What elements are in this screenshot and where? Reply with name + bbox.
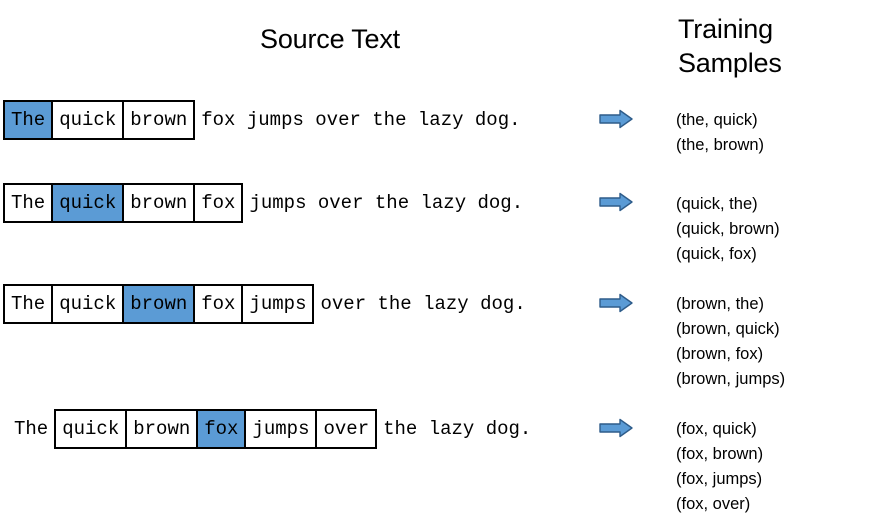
training-sample: (quick, the) <box>676 195 758 213</box>
window-cell[interactable]: jumps <box>243 286 313 322</box>
training-samples-heading: Training Samples <box>678 14 782 78</box>
window-cell-center[interactable]: brown <box>124 286 196 322</box>
sentence-line: The quick brown fox jumps over the lazy … <box>3 284 532 324</box>
window-cell[interactable]: brown <box>127 411 199 447</box>
window-cell[interactable]: fox <box>195 185 242 221</box>
window-cell[interactable]: quick <box>53 102 125 138</box>
training-sample: (brown, quick) <box>676 320 780 338</box>
sentence-line: The quick brown fox jumps over the lazy … <box>3 183 529 223</box>
window-cell-center[interactable]: fox <box>198 411 247 447</box>
sentence-line: The quick brown fox jumps over the lazy … <box>3 100 527 140</box>
training-samples-group: (fox, quick) (fox, brown) (fox, jumps) (… <box>676 417 763 517</box>
training-sample: (brown, fox) <box>676 345 764 363</box>
right-arrow-icon <box>599 293 633 313</box>
tail-text: fox jumps over the lazy dog. <box>201 109 521 131</box>
window-cell[interactable]: The <box>5 286 54 322</box>
right-arrow-icon <box>599 418 633 438</box>
training-samples-group: (the, quick) (the, brown) <box>676 108 764 158</box>
window-cell[interactable]: fox <box>195 286 244 322</box>
source-text-row: The quick brown fox jumps over the lazy … <box>0 407 537 451</box>
window-cell[interactable]: brown <box>124 102 194 138</box>
window-cell[interactable]: jumps <box>246 411 318 447</box>
lead-text: The <box>14 418 49 440</box>
tail-text: the lazy dog. <box>383 418 532 440</box>
right-arrow-icon <box>599 109 633 129</box>
source-text-heading: Source Text <box>260 24 400 54</box>
training-sample: (fox, over) <box>676 495 751 513</box>
training-sample: (fox, brown) <box>676 445 764 463</box>
training-sample: (fox, quick) <box>676 420 757 438</box>
source-text-row: The quick brown fox jumps over the lazy … <box>0 282 532 326</box>
source-text-row: The quick brown fox jumps over the lazy … <box>0 181 529 225</box>
right-arrow-icon <box>599 192 633 212</box>
window-cell-center[interactable]: quick <box>53 185 125 221</box>
window-cell[interactable]: quick <box>53 286 125 322</box>
training-sample: (brown, jumps) <box>676 370 786 388</box>
training-sample: (quick, brown) <box>676 220 780 238</box>
tail-text: over the lazy dog. <box>320 293 526 315</box>
training-sample: (brown, the) <box>676 295 765 313</box>
context-window: The quick brown <box>3 100 196 140</box>
tail-text: jumps over the lazy dog. <box>249 192 524 214</box>
training-sample: (fox, jumps) <box>676 470 763 488</box>
source-text-row: The quick brown fox jumps over the lazy … <box>0 98 527 142</box>
training-sample: (the, quick) <box>676 111 758 129</box>
sentence-line: The quick brown fox jumps over the lazy … <box>8 409 537 449</box>
context-window: quick brown fox jumps over <box>54 409 378 449</box>
context-window: The quick brown fox jumps <box>3 284 315 324</box>
window-cell[interactable]: quick <box>56 411 128 447</box>
window-cell-center[interactable]: The <box>5 102 54 138</box>
context-window: The quick brown fox <box>3 183 244 223</box>
training-samples-group: (brown, the) (brown, quick) (brown, fox)… <box>676 292 785 392</box>
training-samples-group: (quick, the) (quick, brown) (quick, fox) <box>676 192 780 267</box>
training-sample: (the, brown) <box>676 136 765 154</box>
training-sample: (quick, fox) <box>676 245 757 263</box>
window-cell[interactable]: brown <box>124 185 196 221</box>
window-cell[interactable]: The <box>5 185 54 221</box>
window-cell[interactable]: over <box>317 411 376 447</box>
